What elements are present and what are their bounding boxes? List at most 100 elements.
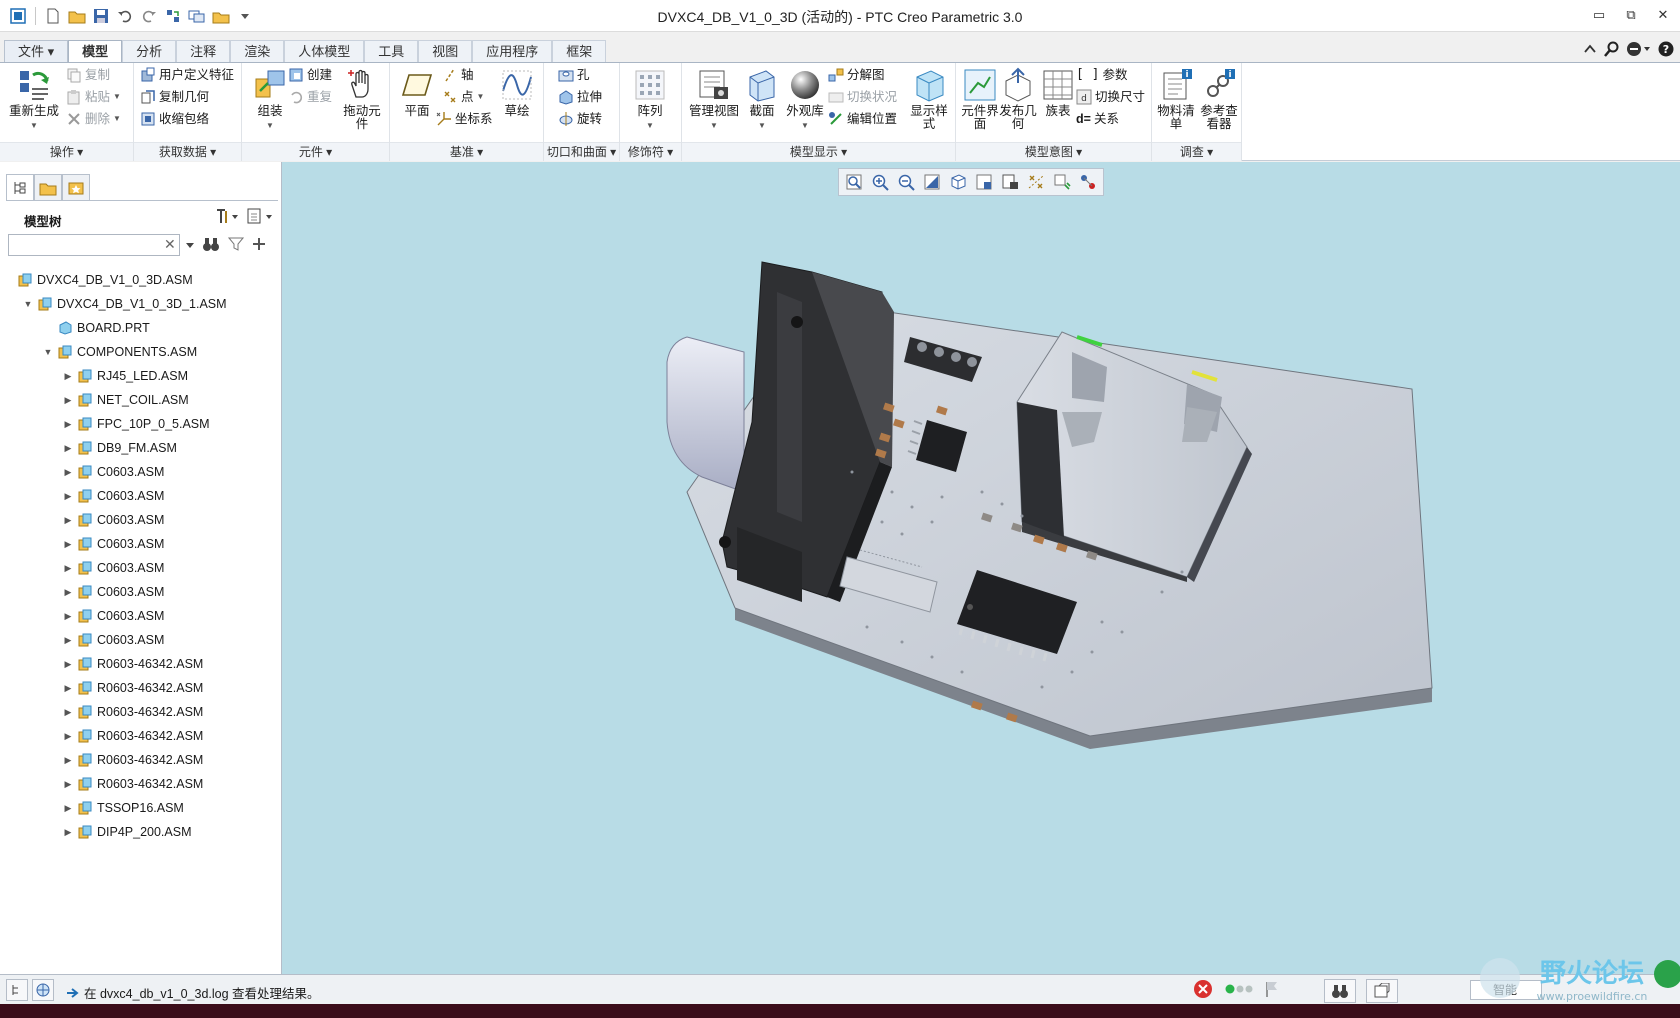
tree-item[interactable]: ▶ R0603-46342.ASM xyxy=(0,652,280,676)
switch-dimensions-button[interactable]: d 切换尺寸 xyxy=(1076,87,1145,107)
toggle-status-button[interactable]: 切换状况 xyxy=(828,87,897,107)
expand-arrow-icon[interactable]: ▶ xyxy=(62,724,74,748)
tab-framework[interactable]: 框架 xyxy=(552,40,607,62)
favorites-tab[interactable] xyxy=(62,174,90,200)
model-tree-tab[interactable] xyxy=(6,174,34,200)
group-get-data-label[interactable]: 获取数据 ▾ xyxy=(134,142,241,161)
tree-item[interactable]: DVXC4_DB_V1_0_3D.ASM xyxy=(0,268,280,292)
show-menu-button[interactable] xyxy=(246,207,274,228)
assemble-button[interactable]: 组装 ▼ xyxy=(246,67,294,132)
delete-button[interactable]: 删除 ▼ xyxy=(66,109,121,129)
binoculars-icon[interactable] xyxy=(202,236,220,255)
manage-views-button[interactable]: 管理视图 ▼ xyxy=(686,67,742,132)
expand-arrow-icon[interactable]: ▶ xyxy=(62,580,74,604)
group-model-intent-label[interactable]: 模型意图 ▾ xyxy=(956,142,1151,161)
expand-arrow-icon[interactable]: ▶ xyxy=(62,508,74,532)
copy-geometry-button[interactable]: 复制几何 xyxy=(140,87,209,107)
expand-arrow-icon[interactable]: ▶ xyxy=(62,772,74,796)
group-modifiers-label[interactable]: 修饰符 ▾ xyxy=(620,142,681,161)
search-dropdown-icon[interactable] xyxy=(186,238,194,253)
browser-button[interactable] xyxy=(32,979,54,1001)
tab-render[interactable]: 渲染 xyxy=(230,40,285,62)
tree-item[interactable]: ▶ DB9_FM.ASM xyxy=(0,436,280,460)
pattern-button[interactable]: 阵列 ▼ xyxy=(626,67,674,132)
tab-analysis[interactable]: 分析 xyxy=(122,40,177,62)
group-operations-label[interactable]: 操作 ▾ xyxy=(0,142,133,161)
tree-item[interactable]: ▶ R0603-46342.ASM xyxy=(0,724,280,748)
copy-button[interactable]: 复制 xyxy=(66,65,110,85)
tree-item[interactable]: ▶ C0603.ASM xyxy=(0,604,280,628)
close-button[interactable]: ✕ xyxy=(1652,6,1674,24)
restore-button[interactable]: ⧉ xyxy=(1620,6,1642,24)
expand-arrow-icon[interactable]: ▶ xyxy=(62,484,74,508)
point-button[interactable]: 点 ▼ xyxy=(442,87,484,107)
group-component-label[interactable]: 元件 ▾ xyxy=(242,142,389,161)
folder-browser-tab[interactable] xyxy=(34,174,62,200)
bom-button[interactable]: i 物料清单 xyxy=(1154,67,1198,131)
tree-item[interactable]: ▶ C0603.ASM xyxy=(0,556,280,580)
tab-view[interactable]: 视图 xyxy=(418,40,473,62)
tree-item[interactable]: ▶ R0603-46342.ASM xyxy=(0,748,280,772)
extrude-button[interactable]: 拉伸 xyxy=(558,87,602,107)
toggle-navigator-button[interactable] xyxy=(6,979,28,1001)
display-style-button[interactable]: 显示样式 xyxy=(906,67,952,131)
group-investigate-label[interactable]: 调查 ▾ xyxy=(1152,142,1241,161)
tree-settings-button[interactable] xyxy=(214,207,240,228)
expand-arrow-icon[interactable]: ▶ xyxy=(62,412,74,436)
expand-arrow-icon[interactable]: ▶ xyxy=(62,388,74,412)
expand-arrow-icon[interactable]: ▶ xyxy=(62,628,74,652)
exploded-view-button[interactable]: 分解图 xyxy=(828,65,885,85)
regenerate-button[interactable]: 重新生成 ▼ xyxy=(8,67,60,132)
expand-arrow-icon[interactable]: ▶ xyxy=(62,748,74,772)
expand-arrow-icon[interactable]: ▶ xyxy=(62,796,74,820)
tree-item[interactable]: ▼ DVXC4_DB_V1_0_3D_1.ASM xyxy=(0,292,280,316)
tree-item[interactable]: ▶ C0603.ASM xyxy=(0,532,280,556)
expand-arrow-icon[interactable]: ▶ xyxy=(62,460,74,484)
expand-arrow-icon[interactable]: ▶ xyxy=(62,820,74,844)
selection-button[interactable] xyxy=(1366,978,1398,1003)
group-datum-label[interactable]: 基准 ▾ xyxy=(390,142,543,161)
minimize-button[interactable]: ▭ xyxy=(1588,6,1610,24)
expand-arrow-icon[interactable]: ▶ xyxy=(62,556,74,580)
paste-button[interactable]: 粘贴 ▼ xyxy=(66,87,121,107)
tab-tools[interactable]: 工具 xyxy=(364,40,419,62)
tree-search-input[interactable] xyxy=(8,234,180,256)
tree-item[interactable]: ▶ C0603.ASM xyxy=(0,628,280,652)
collapse-arrow-icon[interactable]: ▼ xyxy=(42,340,54,364)
edit-position-button[interactable]: 编辑位置 xyxy=(828,109,897,129)
user-defined-feature-button[interactable]: 用户定义特征 xyxy=(140,65,234,85)
revolve-button[interactable]: 旋转 xyxy=(558,109,602,129)
appearance-gallery-button[interactable]: 外观库 ▼ xyxy=(782,67,828,132)
flag-icon[interactable] xyxy=(1264,980,1280,1001)
tree-item[interactable]: BOARD.PRT xyxy=(0,316,280,340)
tree-item[interactable]: ▼ COMPONENTS.ASM xyxy=(0,340,280,364)
search-icon[interactable] xyxy=(1604,41,1620,60)
shrinkwrap-button[interactable]: 收缩包络 xyxy=(140,109,209,129)
tab-applications[interactable]: 应用程序 xyxy=(472,40,553,62)
plane-button[interactable]: 平面 xyxy=(394,67,440,118)
tab-manikin[interactable]: 人体模型 xyxy=(284,40,365,62)
publish-geometry-button[interactable]: 发布几何 xyxy=(996,67,1040,131)
community-icon[interactable] xyxy=(1626,41,1652,60)
tree-item[interactable]: ▶ RJ45_LED.ASM xyxy=(0,364,280,388)
stop-regeneration-icon[interactable] xyxy=(1192,978,1214,1003)
csys-button[interactable]: 坐标系 xyxy=(436,109,493,129)
relations-button[interactable]: d= 关系 xyxy=(1076,109,1119,129)
collapse-ribbon-icon[interactable] xyxy=(1582,41,1598,60)
filter-icon[interactable] xyxy=(227,236,245,255)
graphics-viewport[interactable] xyxy=(282,162,1680,974)
clear-search-icon[interactable]: ✕ xyxy=(164,236,176,253)
tree-item[interactable]: ▶ R0603-46342.ASM xyxy=(0,772,280,796)
axis-button[interactable]: 轴 xyxy=(442,65,474,85)
tree-item[interactable]: ▶ DIP4P_200.ASM xyxy=(0,820,280,844)
tab-annotate[interactable]: 注释 xyxy=(176,40,231,62)
add-icon[interactable] xyxy=(252,237,266,254)
family-table-button[interactable]: 族表 xyxy=(1038,67,1078,118)
expand-arrow-icon[interactable]: ▶ xyxy=(62,532,74,556)
parameters-button[interactable]: [ ] 参数 xyxy=(1076,65,1128,85)
expand-arrow-icon[interactable]: ▶ xyxy=(62,652,74,676)
expand-arrow-icon[interactable]: ▶ xyxy=(62,676,74,700)
help-icon[interactable]: ? xyxy=(1658,41,1674,60)
tree-item[interactable]: ▶ FPC_10P_0_5.ASM xyxy=(0,412,280,436)
group-model-display-label[interactable]: 模型显示 ▾ xyxy=(682,142,955,161)
